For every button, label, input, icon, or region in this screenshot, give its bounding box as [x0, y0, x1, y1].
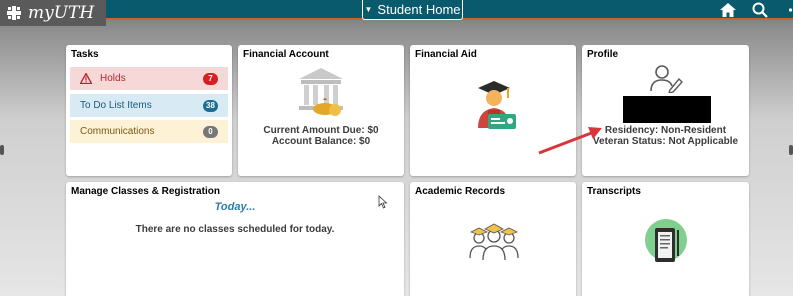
tile-title: Manage Classes & Registration — [71, 186, 220, 197]
annotation-arrow — [538, 127, 602, 155]
task-holds-label: Holds — [100, 73, 126, 84]
graduate-aid-icon — [478, 81, 516, 129]
home-icon[interactable] — [719, 1, 737, 19]
warning-icon — [80, 73, 92, 84]
tile-title: Academic Records — [415, 186, 506, 197]
task-communications-label: Communications — [80, 126, 155, 137]
graduates-group-icon — [469, 223, 519, 261]
manage-classes-tile[interactable]: Manage Classes & Registration Today... T… — [66, 182, 404, 296]
task-todo-label: To Do List Items — [80, 100, 152, 111]
academic-records-tile[interactable]: Academic Records — [410, 182, 576, 296]
communications-count-badge: 0 — [203, 126, 218, 138]
transcripts-tile[interactable]: Transcripts — [582, 182, 749, 296]
right-scroll-handle[interactable] — [789, 145, 793, 155]
menu-icon[interactable] — [782, 1, 793, 19]
account-balance: Account Balance: $0 — [271, 136, 371, 147]
todo-count-badge: 38 — [203, 100, 218, 112]
financial-account-tile[interactable]: Financial Account Current Amount Due: $0… — [238, 45, 404, 176]
caret-down-icon: ▼ — [364, 5, 373, 14]
student-home-label: Student Home — [377, 2, 461, 17]
profile-edit-icon — [650, 65, 683, 93]
task-communications[interactable]: Communications 0 — [70, 120, 228, 143]
left-scroll-handle[interactable] — [0, 145, 4, 155]
transcript-document-icon — [645, 219, 687, 262]
task-holds[interactable]: Holds 7 — [70, 67, 228, 90]
student-home-dropdown[interactable]: ▼ Student Home — [362, 0, 463, 20]
current-amount-due: Current Amount Due: $0 — [263, 125, 379, 136]
tile-title: Financial Aid — [415, 49, 477, 60]
holds-count-badge: 7 — [203, 73, 218, 85]
mouse-cursor-icon — [378, 195, 388, 209]
tile-title: Profile — [587, 49, 619, 60]
search-icon[interactable] — [751, 1, 769, 19]
today-heading: Today... — [214, 201, 256, 213]
uth-logo-icon — [7, 6, 21, 20]
tile-title: Financial Account — [243, 49, 329, 60]
logo[interactable]: myUTH — [0, 0, 106, 26]
tile-title: Tasks — [71, 49, 99, 60]
task-todo-list[interactable]: To Do List Items 38 — [70, 94, 228, 117]
bank-icon — [299, 68, 343, 116]
no-classes-message: There are no classes scheduled for today… — [135, 224, 335, 235]
tile-title: Transcripts — [587, 186, 641, 197]
tasks-tile[interactable]: Tasks Holds 7 To Do List Items 38 Commun… — [66, 45, 232, 176]
redacted-name — [623, 96, 711, 123]
logo-text: myUTH — [28, 3, 95, 23]
